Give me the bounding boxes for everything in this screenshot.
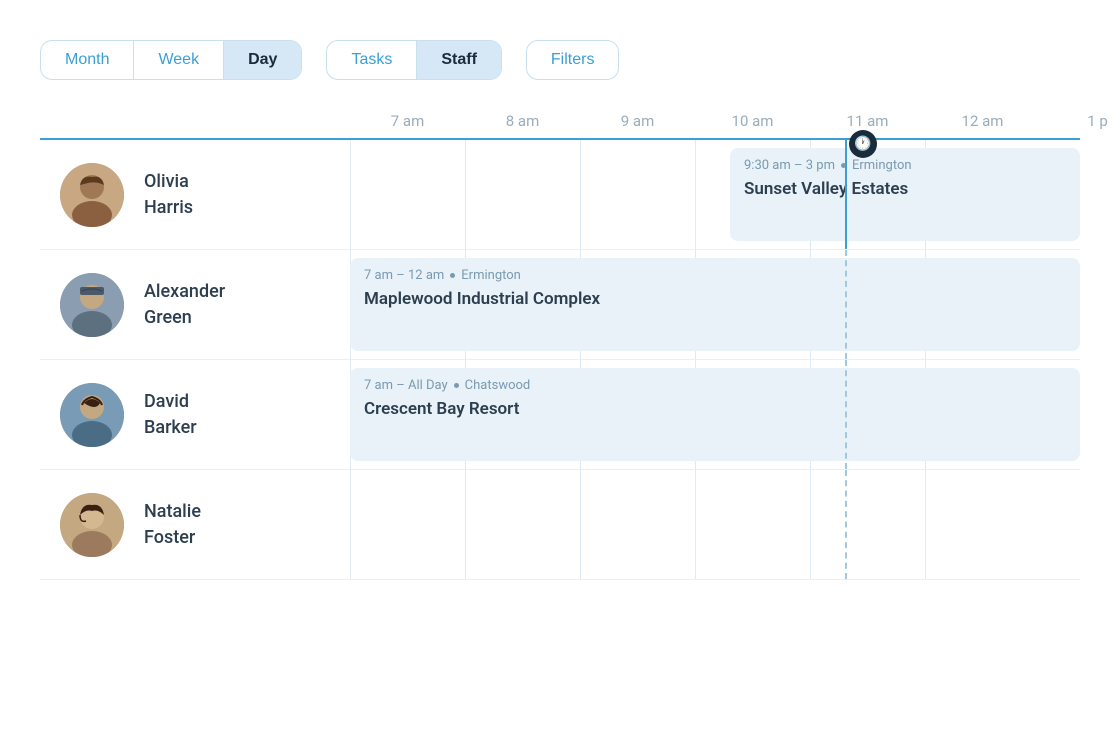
event-location: Ermington bbox=[852, 158, 912, 173]
event-card[interactable]: 7 am – All Day Chatswood Crescent Bay Re… bbox=[350, 368, 1080, 461]
clock-icon: 🕐 bbox=[854, 136, 871, 152]
staff-rows: Olivia Harris bbox=[40, 138, 1080, 580]
schedule-wrapper: 7 am 8 am 9 am 10 am 11 am 12 am 1 p 🕐 bbox=[40, 112, 1080, 580]
time-8am: 8 am bbox=[465, 112, 580, 138]
staff-info-alexander: Alexander Green bbox=[40, 250, 350, 359]
current-time-indicator: 🕐 bbox=[849, 130, 877, 158]
view-tab-group: Month Week Day bbox=[40, 40, 302, 80]
grid-line bbox=[810, 470, 925, 579]
schedule-area-david: 7 am – All Day Chatswood Crescent Bay Re… bbox=[350, 360, 1080, 469]
grid-lines bbox=[350, 470, 1080, 579]
staff-info-david: David Barker bbox=[40, 360, 350, 469]
time-12am: 12 am bbox=[925, 112, 1040, 138]
event-meta: 7 am – 12 am Ermington bbox=[364, 268, 1066, 283]
table-row: Alexander Green bbox=[40, 250, 1080, 360]
avatar bbox=[60, 383, 124, 447]
time-9am: 9 am bbox=[580, 112, 695, 138]
schedule-area-olivia: 9:30 am – 3 pm Ermington Sunset Valley E… bbox=[350, 140, 1080, 249]
grid-line bbox=[580, 470, 695, 579]
staff-name-natalie: Natalie Foster bbox=[144, 499, 201, 549]
event-time: 9:30 am – 3 pm bbox=[744, 158, 835, 173]
event-location: Chatswood bbox=[465, 378, 531, 393]
time-7am: 7 am bbox=[350, 112, 465, 138]
event-time: 7 am – 12 am bbox=[364, 268, 444, 283]
tab-bar: Month Week Day Tasks Staff Filters bbox=[40, 40, 1080, 80]
main-container: Month Week Day Tasks Staff Filters 7 am … bbox=[0, 0, 1120, 580]
event-title: Crescent Bay Resort bbox=[364, 399, 1066, 419]
tab-week[interactable]: Week bbox=[134, 41, 224, 79]
grid-line bbox=[350, 140, 465, 249]
staff-name-alexander: Alexander Green bbox=[144, 279, 225, 329]
schedule-area-alexander: 7 am – 12 am Ermington Maplewood Industr… bbox=[350, 250, 1080, 359]
grid-line bbox=[695, 470, 810, 579]
avatar bbox=[60, 163, 124, 227]
tab-staff[interactable]: Staff bbox=[417, 41, 501, 79]
grid-line bbox=[465, 470, 580, 579]
time-10am: 10 am bbox=[695, 112, 810, 138]
staff-name-david: David Barker bbox=[144, 389, 197, 439]
tab-day[interactable]: Day bbox=[224, 41, 301, 79]
event-dot bbox=[454, 383, 459, 388]
tab-month[interactable]: Month bbox=[41, 41, 134, 79]
grid-line bbox=[465, 140, 580, 249]
grid-line bbox=[350, 470, 465, 579]
filters-tab-group: Filters bbox=[526, 40, 620, 80]
tab-filters[interactable]: Filters bbox=[527, 41, 619, 79]
time-line-dashed bbox=[845, 250, 847, 359]
event-title: Sunset Valley Estates bbox=[744, 179, 1066, 199]
event-title: Maplewood Industrial Complex bbox=[364, 289, 1066, 309]
time-line-dashed bbox=[845, 470, 847, 579]
time-line-solid bbox=[845, 140, 847, 249]
table-row: Olivia Harris bbox=[40, 140, 1080, 250]
time-header: 7 am 8 am 9 am 10 am 11 am 12 am 1 p 🕐 bbox=[350, 112, 1080, 138]
event-dot bbox=[450, 273, 455, 278]
grid-line bbox=[580, 140, 695, 249]
avatar bbox=[60, 493, 124, 557]
event-card[interactable]: 9:30 am – 3 pm Ermington Sunset Valley E… bbox=[730, 148, 1080, 241]
tab-tasks[interactable]: Tasks bbox=[327, 41, 417, 79]
event-meta: 7 am – All Day Chatswood bbox=[364, 378, 1066, 393]
event-meta: 9:30 am – 3 pm Ermington bbox=[744, 158, 1066, 173]
staff-info-natalie: Natalie Foster bbox=[40, 470, 350, 579]
event-location: Ermington bbox=[461, 268, 521, 283]
avatar bbox=[60, 273, 124, 337]
staff-info-olivia: Olivia Harris bbox=[40, 140, 350, 249]
event-card[interactable]: 7 am – 12 am Ermington Maplewood Industr… bbox=[350, 258, 1080, 351]
grid-line bbox=[925, 470, 1040, 579]
staff-name-olivia: Olivia Harris bbox=[144, 169, 193, 219]
table-row: Natalie Foster bbox=[40, 470, 1080, 580]
time-1pm: 1 p bbox=[1040, 112, 1120, 138]
time-line-dashed bbox=[845, 360, 847, 469]
table-row: David Barker bbox=[40, 360, 1080, 470]
event-time: 7 am – All Day bbox=[364, 378, 448, 393]
action-tab-group: Tasks Staff bbox=[326, 40, 501, 80]
schedule-area-natalie bbox=[350, 470, 1080, 579]
